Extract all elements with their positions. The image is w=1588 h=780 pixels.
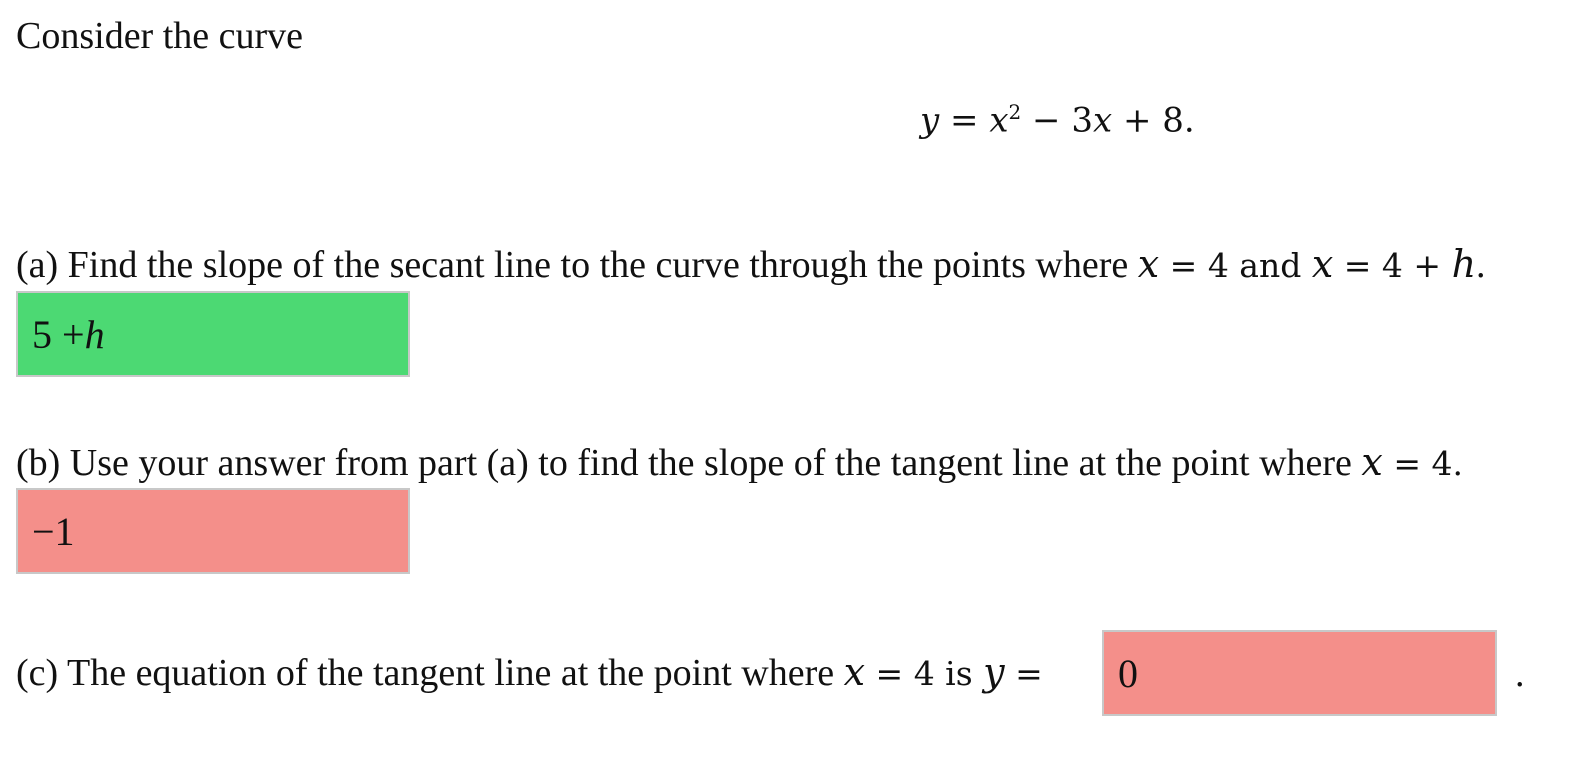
var-x: x	[1361, 440, 1383, 484]
part-a-question: (a) Find the slope of the secant line to…	[16, 242, 1486, 287]
part-b-end: = 4.	[1382, 444, 1463, 483]
eq-exponent: 2	[1008, 100, 1022, 124]
part-c-mid: = 4 is	[865, 654, 984, 693]
part-a-mid2: = 4 +	[1333, 246, 1452, 285]
part-b-text: (b) Use your answer from part (a) to fin…	[16, 442, 1362, 484]
var-y: y	[983, 650, 1005, 694]
eq-x: x	[989, 100, 1009, 141]
answer-c-value: 0	[1118, 650, 1138, 696]
eq-equals: =	[939, 100, 990, 141]
part-b-question: (b) Use your answer from part (a) to fin…	[16, 440, 1463, 485]
eq-plus-8: + 8.	[1112, 100, 1195, 141]
eq-x2: x	[1093, 100, 1113, 141]
part-c-equals: =	[1004, 654, 1043, 693]
answer-b-input[interactable]: −1	[16, 488, 410, 574]
part-c-text: (c) The equation of the tangent line at …	[16, 652, 844, 694]
answer-c-input[interactable]: 0	[1102, 630, 1497, 716]
period: .	[1476, 244, 1486, 286]
answer-b-value: −1	[32, 508, 75, 554]
part-c-period: .	[1515, 653, 1525, 695]
eq-y: y	[920, 100, 940, 141]
answer-a-value: 5 +	[32, 311, 85, 357]
var-x: x	[1137, 242, 1160, 286]
answer-a-input[interactable]: 5 + h	[16, 291, 410, 377]
curve-equation: y = x2 − 3x + 8.	[920, 100, 1195, 140]
var-x: x	[1311, 242, 1334, 286]
part-a-mid1: = 4 and	[1159, 246, 1312, 285]
answer-a-var: h	[84, 311, 105, 357]
eq-minus-3: − 3	[1021, 100, 1093, 141]
part-a-text: (a) Find the slope of the secant line to…	[16, 244, 1138, 286]
var-x: x	[843, 650, 866, 694]
part-c-question: (c) The equation of the tangent line at …	[16, 650, 1043, 695]
intro-text: Consider the curve	[16, 15, 304, 57]
var-h: h	[1451, 242, 1477, 286]
